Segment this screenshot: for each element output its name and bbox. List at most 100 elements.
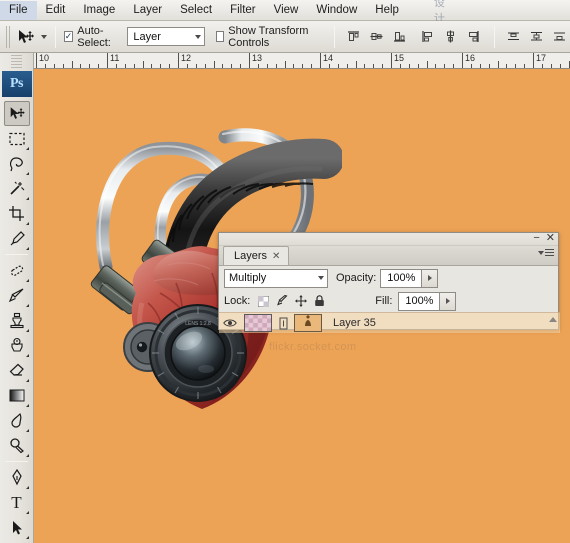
align-top-edges-icon[interactable] — [343, 26, 364, 47]
ruler-label: 11 — [110, 53, 120, 63]
opacity-label: Opacity: — [336, 272, 377, 284]
align-group-horizontal — [417, 26, 484, 47]
tool-magic-wand[interactable] — [4, 176, 30, 201]
tool-crop[interactable] — [4, 201, 30, 226]
tool-path-selection[interactable] — [4, 515, 30, 540]
align-horizontal-centers-icon[interactable] — [440, 26, 461, 47]
lock-all-icon[interactable] — [314, 295, 325, 307]
tool-type[interactable]: T — [4, 490, 30, 515]
layer-name-label[interactable]: Layer 35 — [325, 317, 376, 329]
tool-preset-chevron-down-icon[interactable] — [40, 34, 47, 39]
menu-view[interactable]: View — [265, 1, 308, 20]
table-row[interactable]: Layer 35 — [219, 312, 560, 333]
tab-close-icon[interactable]: ✕ — [272, 251, 280, 262]
panel-title-bar[interactable]: − ✕ — [219, 232, 558, 246]
lock-image-pixels-icon[interactable] — [276, 295, 288, 307]
distribute-bottom-edges-icon[interactable] — [549, 26, 570, 47]
tool-eraser[interactable] — [4, 358, 30, 383]
auto-select-scope-dropdown[interactable]: Layer — [127, 27, 206, 46]
ruler-minor-tick — [435, 64, 437, 68]
opacity-input[interactable]: 100% — [380, 268, 423, 288]
tool-healing-brush[interactable] — [4, 258, 30, 283]
tab-layers[interactable]: Layers ✕ — [223, 246, 290, 265]
layer-link-icon[interactable] — [275, 317, 291, 330]
options-separator-3 — [494, 25, 495, 48]
ruler-minor-tick — [417, 64, 419, 68]
layers-panel[interactable]: − ✕ Layers ✕ Multiply Opacity: 100% Lock… — [218, 232, 560, 333]
tool-eyedropper[interactable] — [4, 226, 30, 251]
ruler-label: 15 — [394, 53, 405, 63]
ruler-minor-tick — [328, 64, 330, 68]
menu-window[interactable]: Window — [307, 1, 366, 20]
tool-gradient[interactable] — [4, 383, 30, 408]
ruler-major-tick — [249, 53, 250, 68]
menu-image[interactable]: Image — [74, 1, 124, 20]
horizontal-ruler[interactable]: 10 11 12 13 14 15 16 17 — [34, 53, 570, 69]
distribute-vertical-centers-icon[interactable] — [526, 26, 547, 47]
ruler-minor-tick — [497, 61, 499, 68]
show-transform-checkbox[interactable] — [215, 31, 225, 42]
ruler-minor-tick — [444, 64, 446, 68]
lock-position-icon[interactable] — [295, 295, 308, 307]
tab-layers-label: Layers — [234, 250, 268, 262]
menu-help[interactable]: Help — [366, 1, 408, 20]
ruler-minor-tick — [426, 61, 428, 68]
panel-menu-button[interactable] — [538, 249, 554, 256]
ruler-minor-tick — [355, 61, 357, 68]
tool-clone-stamp[interactable] — [4, 308, 30, 333]
options-bar-grip[interactable] — [6, 25, 10, 48]
distribute-top-edges-icon[interactable] — [503, 26, 524, 47]
menu-file[interactable]: File — [0, 0, 37, 20]
ruler-major-tick — [320, 53, 321, 68]
lock-transparent-pixels-icon[interactable] — [258, 295, 270, 307]
ruler-label: 13 — [252, 53, 263, 63]
flyout-triangle-icon — [25, 147, 29, 150]
ruler-minor-tick — [408, 64, 410, 68]
ruler-minor-tick — [346, 64, 348, 68]
align-left-edges-icon[interactable] — [417, 26, 438, 47]
document-canvas[interactable]: LENS 1:2.8 flickr.socket.com − ✕ Layers … — [34, 69, 570, 543]
tool-rectangular-marquee[interactable] — [4, 126, 30, 151]
ruler-minor-tick — [204, 64, 206, 68]
tool-lasso[interactable] — [4, 151, 30, 176]
layer-list[interactable]: Layer 35 — [219, 312, 560, 408]
align-bottom-edges-icon[interactable] — [389, 26, 410, 47]
ruler-major-tick — [107, 53, 108, 68]
ruler-minor-tick — [302, 64, 304, 68]
fill-slider-button[interactable] — [440, 291, 457, 311]
ruler-minor-tick — [266, 64, 268, 68]
align-right-edges-icon[interactable] — [463, 26, 484, 47]
fill-label: Fill: — [375, 295, 393, 307]
tool-brush[interactable] — [4, 283, 30, 308]
layer-mask-thumbnail[interactable] — [291, 314, 325, 332]
menu-edit[interactable]: Edit — [37, 1, 75, 20]
close-icon[interactable]: ✕ — [546, 232, 555, 245]
tool-pen[interactable] — [4, 465, 30, 490]
tool-dodge[interactable] — [4, 433, 30, 458]
ruler-minor-tick — [142, 61, 144, 68]
layer-thumbnail[interactable] — [241, 314, 275, 332]
blend-mode-dropdown[interactable]: Multiply — [224, 268, 328, 288]
flyout-triangle-icon — [25, 536, 29, 539]
tool-blur[interactable] — [4, 408, 30, 433]
scroll-up-arrow-icon[interactable] — [549, 317, 557, 322]
ruler-minor-tick — [240, 64, 242, 68]
toolbar-grip[interactable] — [11, 55, 22, 68]
fill-input[interactable]: 100% — [398, 291, 441, 311]
tool-preset-picker[interactable] — [15, 26, 47, 47]
tool-move[interactable] — [3, 101, 30, 126]
opacity-slider-button[interactable] — [422, 268, 439, 288]
ruler-minor-tick — [399, 64, 401, 68]
type-tool-glyph: T — [11, 493, 22, 512]
menu-select[interactable]: Select — [171, 1, 221, 20]
toolbar-divider-2 — [5, 461, 28, 462]
menu-filter[interactable]: Filter — [221, 1, 265, 20]
align-vertical-centers-icon[interactable] — [366, 26, 387, 47]
tool-history-brush[interactable] — [4, 333, 30, 358]
ruler-minor-tick — [453, 64, 455, 68]
blend-mode-value: Multiply — [229, 272, 267, 284]
auto-select-checkbox[interactable]: ✓ — [63, 31, 74, 42]
minimize-icon[interactable]: − — [533, 232, 539, 245]
layer-visibility-toggle[interactable] — [219, 318, 241, 328]
menu-layer[interactable]: Layer — [124, 1, 171, 20]
